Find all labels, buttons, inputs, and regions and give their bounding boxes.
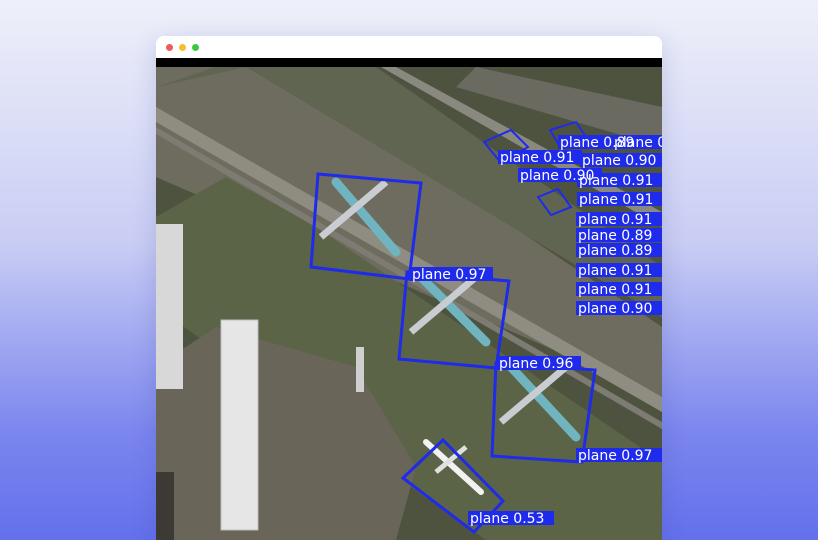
label-text-13: plane 0.89 <box>578 243 652 259</box>
label-text-9: plane 0.91 <box>579 173 653 189</box>
label-text-2: plane 0.96 <box>499 356 574 372</box>
label-text-3: plane 0.97 <box>578 448 652 464</box>
small-building <box>356 347 364 392</box>
title-bar <box>156 36 662 58</box>
minimize-window-button[interactable] <box>179 44 186 51</box>
maximize-window-button[interactable] <box>192 44 199 51</box>
label-text-4: plane 0.53 <box>470 511 544 527</box>
label-text-10: plane 0.91 <box>579 192 653 208</box>
browser-window: plane 0.97 plane 0.96 plane 0.97 plane 0… <box>156 36 662 540</box>
hangar-left <box>156 224 183 389</box>
label-text-7: plane 0.90 <box>582 153 656 169</box>
hangar-long <box>220 319 259 531</box>
building-bottom-left <box>156 472 174 540</box>
close-window-button[interactable] <box>166 44 173 51</box>
aerial-airport-detection-image: plane 0.97 plane 0.96 plane 0.97 plane 0… <box>156 67 662 540</box>
label-text-6: plane 0.91 <box>500 150 574 166</box>
label-text-1: plane 0.97 <box>412 267 486 283</box>
label-text-12: plane 0.89 <box>578 228 652 244</box>
label-text-14: plane 0.91 <box>578 263 652 279</box>
label-text-15: plane 0.91 <box>578 282 652 298</box>
detection-image-viewer: plane 0.97 plane 0.96 plane 0.97 plane 0… <box>156 58 662 540</box>
label-text-16: plane 0.90 <box>578 301 652 317</box>
label-text-11: plane 0.91 <box>578 212 652 228</box>
label-text-17: plane 0.27 <box>614 135 662 151</box>
